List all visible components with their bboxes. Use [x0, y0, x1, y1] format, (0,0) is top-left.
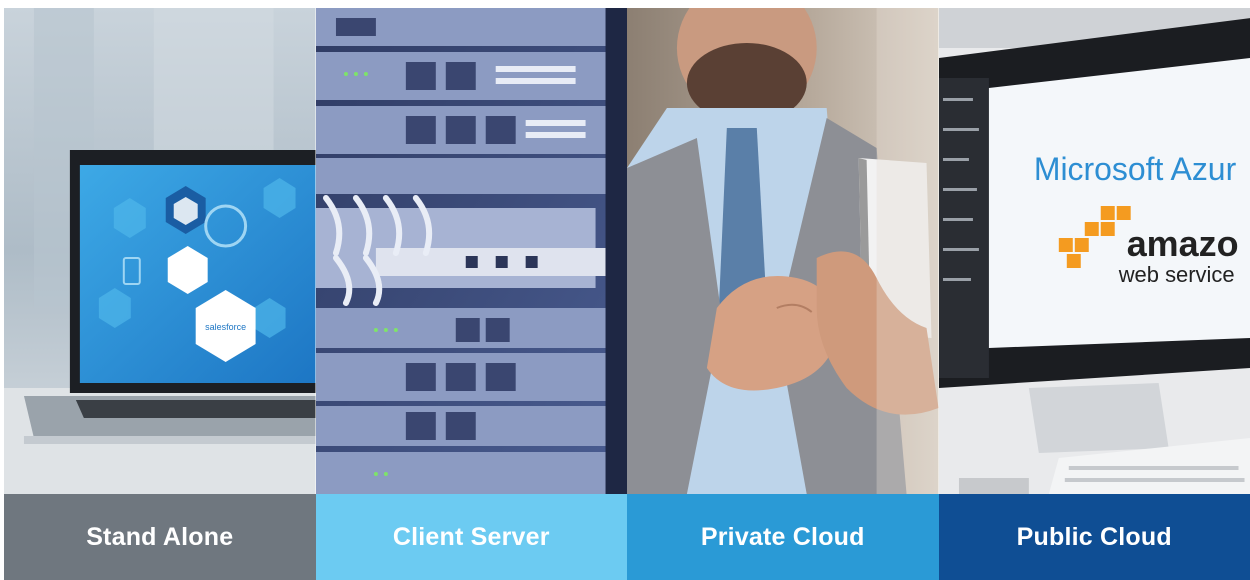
man-with-phone-image: [627, 8, 939, 494]
web-services-text: web service: [1117, 262, 1234, 287]
tile-public-cloud[interactable]: Microsoft Azur amazo web service Public …: [938, 8, 1250, 580]
server-rack-image: [315, 8, 627, 494]
laptop-image: salesforce: [4, 8, 316, 494]
tile-private-cloud[interactable]: Private Cloud: [627, 8, 939, 580]
tile-stand-alone[interactable]: salesforce Stand Alone: [4, 8, 316, 580]
tile-client-server[interactable]: Client Server: [315, 8, 627, 580]
salesforce-text: salesforce: [205, 322, 246, 332]
deployment-options: salesforce Stand Alone Client Server Pri…: [4, 8, 1250, 580]
tile-label: Client Server: [315, 494, 627, 580]
tile-label: Private Cloud: [627, 494, 939, 580]
amazon-text: amazo: [1126, 223, 1238, 264]
tile-label: Stand Alone: [4, 494, 316, 580]
monitor-cloud-image: Microsoft Azur amazo web service: [938, 8, 1250, 494]
azure-text: Microsoft Azur: [1033, 151, 1236, 187]
tile-label: Public Cloud: [938, 494, 1250, 580]
